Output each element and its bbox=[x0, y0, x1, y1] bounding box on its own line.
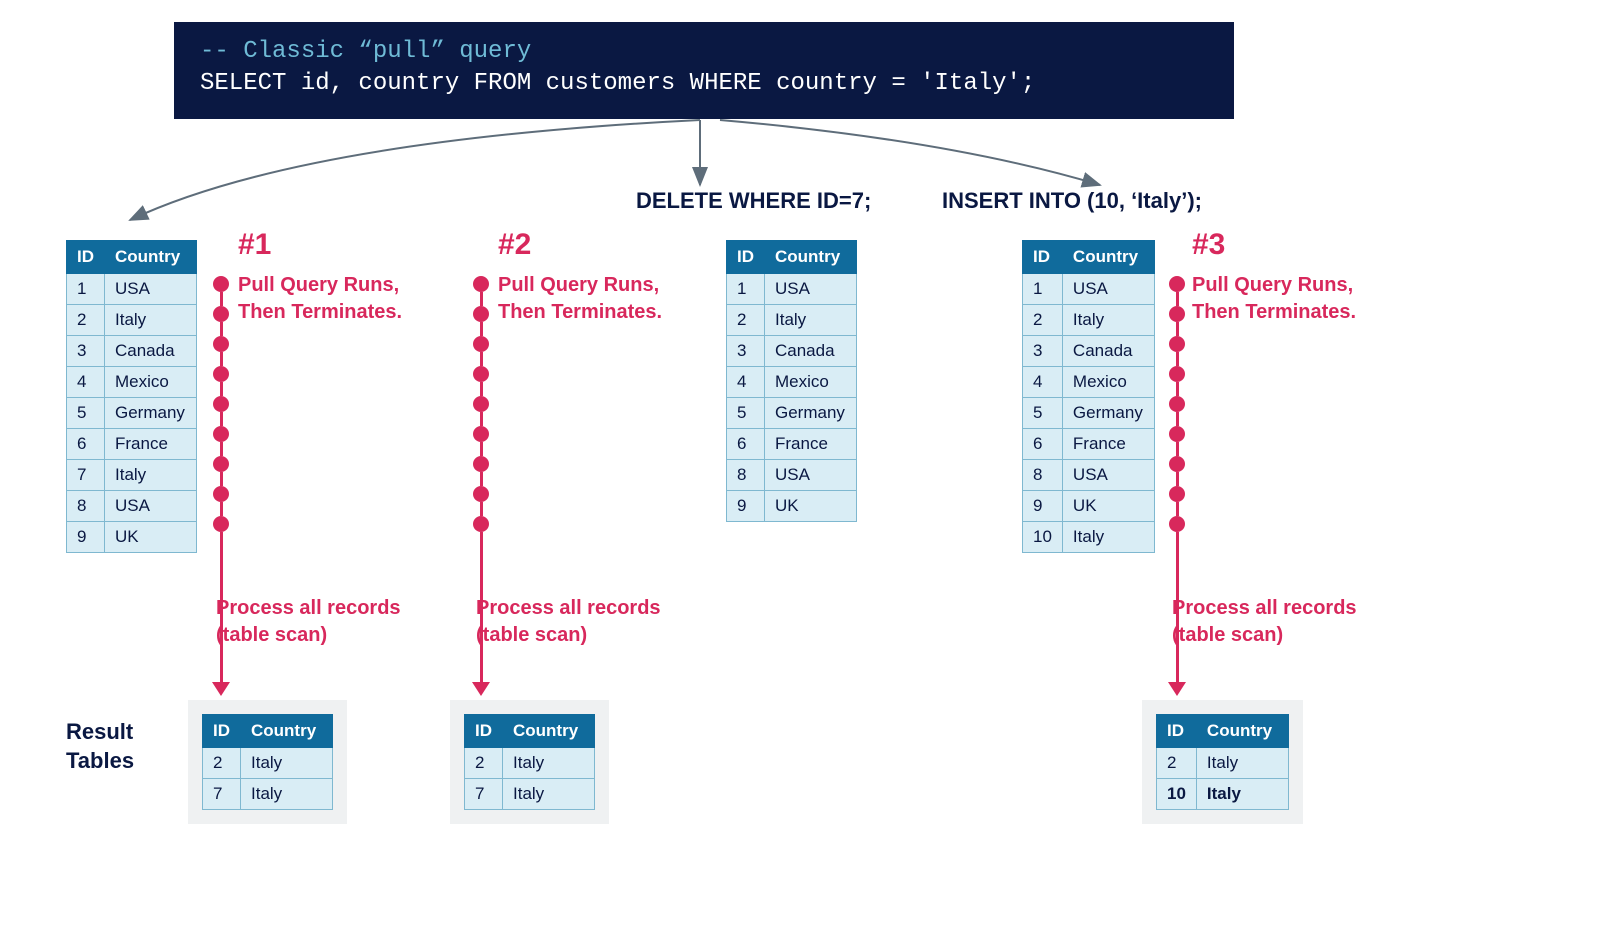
result-panel-2: IDCountry 2Italy7Italy bbox=[450, 700, 609, 824]
result-panel-3: IDCountry 2Italy10Italy bbox=[1142, 700, 1303, 824]
result-panel-1: IDCountry 2Italy7Italy bbox=[188, 700, 347, 824]
result-table-2: IDCountry 2Italy7Italy bbox=[464, 714, 595, 810]
step-1-number: #1 bbox=[238, 228, 271, 262]
process-label-3: Process all records (table scan) bbox=[1172, 595, 1357, 649]
step-3-number: #3 bbox=[1192, 228, 1225, 262]
sql-query: SELECT id, country FROM customers WHERE … bbox=[200, 68, 1208, 100]
process-label-1: Process all records (table scan) bbox=[216, 595, 401, 649]
flow-arrows bbox=[0, 110, 1600, 240]
delete-operation: DELETE WHERE ID=7; bbox=[636, 188, 871, 214]
result-tables-label: Result Tables bbox=[66, 718, 134, 775]
step-3-desc: Pull Query Runs, Then Terminates. bbox=[1192, 272, 1356, 326]
sql-code-block: -- Classic “pull” query SELECT id, count… bbox=[174, 22, 1234, 119]
step-2-desc: Pull Query Runs, Then Terminates. bbox=[498, 272, 662, 326]
step-1-desc: Pull Query Runs, Then Terminates. bbox=[238, 272, 402, 326]
result-table-1: IDCountry 2Italy7Italy bbox=[202, 714, 333, 810]
source-table-1: IDCountry 1USA2Italy3Canada4Mexico5Germa… bbox=[66, 240, 197, 553]
source-table-3: IDCountry 1USA2Italy3Canada4Mexico5Germa… bbox=[1022, 240, 1155, 553]
result-table-3: IDCountry 2Italy10Italy bbox=[1156, 714, 1289, 810]
process-label-2: Process all records (table scan) bbox=[476, 595, 661, 649]
sql-comment: -- Classic “pull” query bbox=[200, 36, 1208, 68]
source-table-2: IDCountry 1USA2Italy3Canada4Mexico5Germa… bbox=[726, 240, 857, 522]
insert-operation: INSERT INTO (10, ‘Italy’); bbox=[942, 188, 1202, 214]
step-2-number: #2 bbox=[498, 228, 531, 262]
